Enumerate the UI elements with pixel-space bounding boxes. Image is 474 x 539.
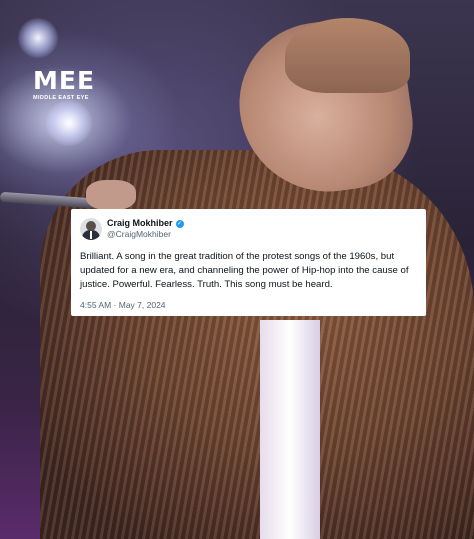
logo-mark: MEE xyxy=(33,66,96,95)
avatar[interactable] xyxy=(80,218,102,240)
performer-hand xyxy=(86,180,136,210)
tweet-text: Brilliant. A song in the great tradition… xyxy=(80,251,409,290)
tweet-timestamp[interactable]: 4:55 AM · May 7, 2024 xyxy=(80,300,416,310)
author-block: Craig Mokhiber ✓ @CraigMokhiber xyxy=(107,218,184,240)
mee-logo: MEE MIDDLE EAST EYE xyxy=(33,68,95,101)
performer-hair xyxy=(285,18,410,93)
white-shirt xyxy=(260,320,320,539)
stage-light xyxy=(46,100,92,146)
author-handle[interactable]: @CraigMokhiber xyxy=(107,229,184,240)
author-name[interactable]: Craig Mokhiber xyxy=(107,218,173,229)
tweet-header: Craig Mokhiber ✓ @CraigMokhiber xyxy=(80,217,416,241)
stage-light xyxy=(18,18,58,58)
tweet-card: Craig Mokhiber ✓ @CraigMokhiber Brillian… xyxy=(71,209,426,316)
logo-subtitle: MIDDLE EAST EYE xyxy=(33,95,89,101)
verified-badge-icon: ✓ xyxy=(175,219,184,228)
background-photo: MEE MIDDLE EAST EYE Craig Mokhiber ✓ @Cr… xyxy=(0,0,474,539)
